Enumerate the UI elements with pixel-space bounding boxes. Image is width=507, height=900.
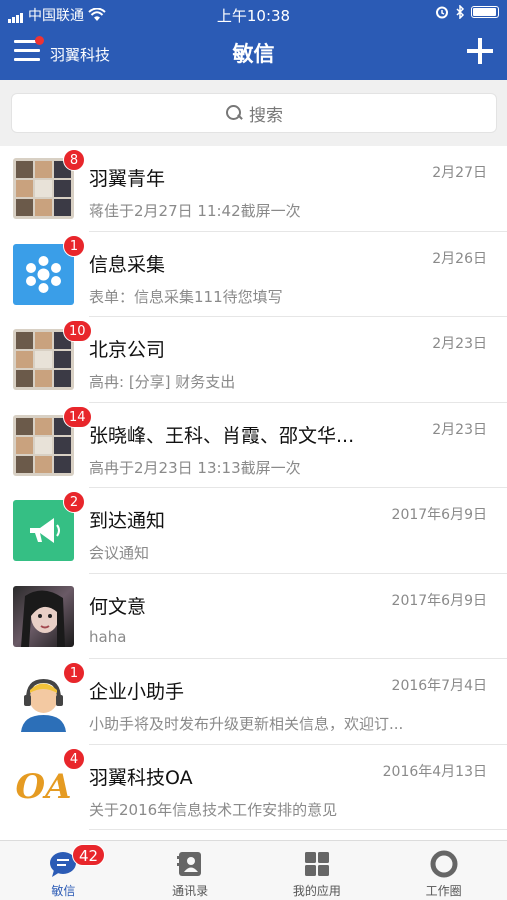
- conversation-title: 到达通知: [89, 510, 166, 532]
- conversation-title: 北京公司: [89, 339, 166, 361]
- conversation-date: 2月26日: [432, 250, 487, 267]
- conversation-preview: 小助手将及时发布升级更新相关信息，欢迎订...: [89, 715, 404, 733]
- conversation-item[interactable]: 1 信息采集 表单：信息采集111待您填写 2月26日: [0, 232, 507, 318]
- conversation-item[interactable]: 10 北京公司 高冉: [分享] 财务支出 2月23日: [0, 317, 507, 403]
- conversation-item[interactable]: 1 企业小助手 小助手将及时发布升级更新相关信息，欢迎订... 2016年7月4…: [0, 659, 507, 745]
- conversation-title: 企业小助手: [89, 681, 185, 703]
- status-time: 上午10:38: [216, 7, 291, 25]
- tab-apps[interactable]: 我的应用: [254, 841, 381, 900]
- add-button[interactable]: [467, 38, 493, 64]
- alarm-icon: [436, 6, 448, 19]
- tab-label: 通讯录: [172, 884, 209, 898]
- unread-badge: 14: [63, 405, 92, 428]
- conversation-preview: 蒋佳于2月27日 11:42截屏一次: [89, 202, 301, 220]
- conversation-item[interactable]: 2 到达通知 会议通知 2017年6月9日: [0, 488, 507, 574]
- conversation-item[interactable]: 14 张晓峰、王科、肖霞、邵文华... 高冉于2月23日 13:13截屏一次 2…: [0, 403, 507, 489]
- conversation-preview: 高冉: [分享] 财务支出: [89, 373, 236, 391]
- search-area: 搜索: [0, 80, 507, 146]
- conversation-preview: 关于2016年信息技术工作安排的意见: [89, 800, 338, 819]
- conversation-preview: 高冉于2月23日 13:13截屏一次: [89, 458, 301, 477]
- search-placeholder: 搜索: [249, 105, 283, 126]
- unread-badge: 2: [63, 491, 85, 513]
- unread-badge: 4: [63, 747, 85, 770]
- tab-unread-badge: 42: [72, 844, 106, 866]
- bluetooth-icon: [456, 5, 465, 19]
- conversation-item[interactable]: OA 4 羽翼科技OA 关于2016年信息技术工作安排的意见 2016年4月13…: [0, 745, 507, 831]
- conversation-item[interactable]: 何文意 haha 2017年6月9日: [0, 574, 507, 660]
- search-input[interactable]: 搜索: [11, 93, 497, 133]
- unread-badge: 1: [63, 234, 85, 257]
- tab-label: 工作圈: [425, 884, 462, 898]
- top-bar: 中国联通 上午10:38 羽翼科技 敏信: [0, 0, 507, 80]
- tab-bar: 42 敏信 通讯录 我的应用 工作圈: [0, 840, 507, 900]
- conversation-title: 羽翼科技OA: [89, 766, 193, 789]
- conversation-item[interactable]: 8 羽翼青年 蒋佳于2月27日 11:42截屏一次 2月27日: [0, 146, 507, 232]
- conversation-date: 2月23日: [432, 336, 487, 352]
- nav-bar: 羽翼科技 敏信: [0, 28, 507, 80]
- user-photo-avatar: [13, 585, 74, 647]
- conversation-date: 2016年4月13日: [382, 763, 487, 780]
- conversation-title: 信息采集: [89, 253, 166, 276]
- conversation-date: 2月27日: [432, 165, 487, 181]
- tab-label: 敏信: [51, 884, 76, 898]
- conversation-date: 2月23日: [432, 421, 487, 438]
- conversation-date: 2016年7月4日: [391, 678, 487, 694]
- search-icon: [225, 104, 243, 122]
- tab-workcircle[interactable]: 工作圈: [380, 841, 507, 900]
- contacts-icon: [177, 852, 202, 876]
- conversation-title: 羽翼青年: [89, 168, 166, 190]
- status-bar: 中国联通 上午10:38: [0, 0, 507, 28]
- tab-messages[interactable]: 42 敏信: [0, 841, 127, 900]
- conversation-list: 8 羽翼青年 蒋佳于2月27日 11:42截屏一次 2月27日 1 信息采集 表…: [0, 146, 507, 840]
- battery-icon: [471, 6, 499, 18]
- conversation-preview: haha: [89, 627, 127, 646]
- tab-contacts[interactable]: 通讯录: [127, 841, 254, 900]
- page-title: 敏信: [232, 42, 275, 66]
- unread-badge: 10: [63, 320, 92, 342]
- conversation-preview: 表单：信息采集111待您填写: [89, 287, 283, 306]
- circle-icon: [430, 850, 458, 878]
- conversation-title: 何文意: [89, 595, 147, 618]
- unread-badge: 1: [63, 662, 85, 684]
- conversation-title: 张晓峰、王科、肖霞、邵文华...: [89, 424, 355, 447]
- conversation-date: 2017年6月9日: [391, 592, 487, 609]
- unread-badge: 8: [63, 149, 85, 171]
- conversation-date: 2017年6月9日: [391, 507, 487, 523]
- tab-label: 我的应用: [292, 884, 341, 898]
- apps-grid-icon: [304, 852, 329, 876]
- conversation-preview: 会议通知: [89, 544, 150, 562]
